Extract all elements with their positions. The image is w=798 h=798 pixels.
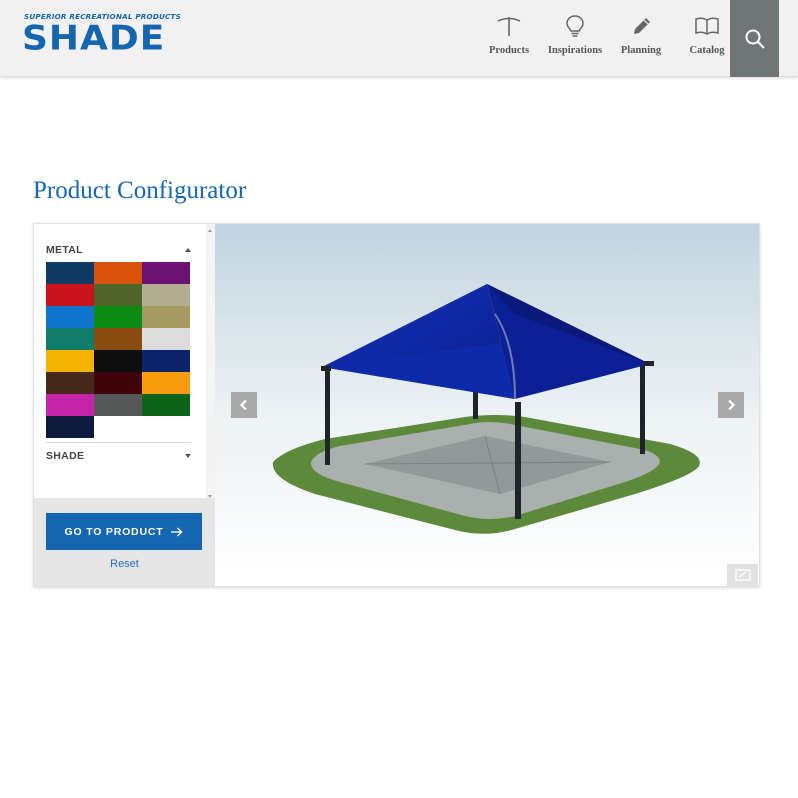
page-title: Product Configurator — [33, 177, 247, 204]
brand-logo[interactable]: SHADE — [22, 20, 165, 58]
color-swatch[interactable] — [46, 306, 94, 328]
shade-structure-render — [215, 224, 759, 586]
product-3d-viewer[interactable] — [215, 224, 759, 586]
reset-link[interactable]: Reset — [34, 558, 215, 570]
section-metal-header[interactable]: METAL — [46, 244, 191, 256]
arrow-right-icon — [171, 527, 183, 536]
color-swatch[interactable] — [46, 262, 94, 284]
book-icon — [695, 17, 719, 35]
next-view-button[interactable] — [718, 392, 744, 418]
go-to-product-label: GO TO PRODUCT — [64, 525, 164, 538]
color-swatch[interactable] — [94, 328, 142, 350]
nav-item-planning[interactable]: Planning — [608, 0, 674, 77]
main-nav: Products Inspirations Planning Catalog — [476, 0, 740, 77]
previous-view-button[interactable] — [231, 392, 257, 418]
color-swatch[interactable] — [94, 284, 142, 306]
color-swatch[interactable] — [94, 394, 142, 416]
nav-item-products[interactable]: Products — [476, 0, 542, 77]
section-shade-label: SHADE — [46, 450, 85, 462]
chevron-left-icon — [239, 399, 247, 411]
scroll-up-icon[interactable] — [208, 229, 212, 232]
search-icon — [745, 29, 765, 49]
chevron-right-icon — [728, 399, 736, 411]
umbrella-icon — [497, 17, 521, 36]
section-shade-header[interactable]: SHADE — [46, 450, 191, 462]
pencil-icon — [634, 18, 650, 34]
caret-down-icon — [185, 454, 191, 458]
color-swatch[interactable] — [94, 372, 142, 394]
color-swatch[interactable] — [142, 284, 190, 306]
nav-label-products: Products — [488, 45, 530, 56]
nav-label-inspirations: Inspirations — [547, 45, 603, 56]
color-swatch[interactable] — [142, 350, 190, 372]
color-swatch[interactable] — [142, 306, 190, 328]
site-header: SUPERIOR RECREATIONAL PRODUCTS SHADE Pro… — [0, 0, 798, 77]
lightbulb-icon — [566, 15, 584, 37]
color-swatch[interactable] — [46, 372, 94, 394]
product-configurator: METAL SHADE GO TO PRODUCT Reset — [33, 223, 760, 587]
color-swatch[interactable] — [46, 284, 94, 306]
metal-color-swatches — [46, 262, 190, 438]
search-button[interactable] — [730, 0, 779, 77]
options-panel: METAL SHADE GO TO PRODUCT Reset — [34, 224, 215, 586]
color-swatch[interactable] — [46, 416, 94, 438]
fullscreen-icon — [734, 569, 751, 581]
color-swatch[interactable] — [142, 262, 190, 284]
color-swatch[interactable] — [94, 262, 142, 284]
nav-item-inspirations[interactable]: Inspirations — [542, 0, 608, 77]
color-swatch[interactable] — [46, 328, 94, 350]
nav-label-catalog: Catalog — [689, 45, 725, 56]
color-swatch[interactable] — [46, 350, 94, 372]
section-divider — [46, 442, 191, 443]
options-list: METAL SHADE — [34, 224, 206, 498]
nav-label-planning: Planning — [620, 45, 662, 56]
color-swatch[interactable] — [94, 306, 142, 328]
color-swatch[interactable] — [142, 372, 190, 394]
color-swatch[interactable] — [142, 328, 190, 350]
caret-up-icon — [185, 248, 191, 252]
color-swatch[interactable] — [142, 394, 190, 416]
section-metal-label: METAL — [46, 244, 83, 256]
color-swatch[interactable] — [94, 350, 142, 372]
color-swatch[interactable] — [46, 394, 94, 416]
scroll-down-icon[interactable] — [208, 495, 212, 498]
options-scrollbar[interactable] — [206, 224, 215, 498]
fullscreen-button[interactable] — [727, 564, 758, 586]
go-to-product-button[interactable]: GO TO PRODUCT — [46, 513, 202, 550]
